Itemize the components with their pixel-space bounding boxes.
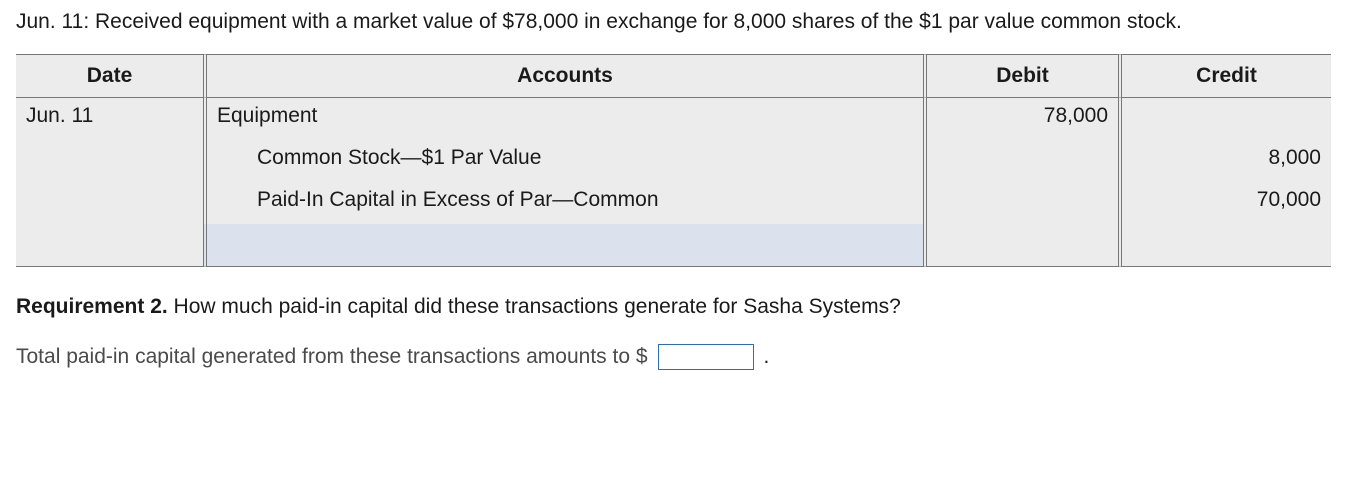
col-header-accounts: Accounts xyxy=(203,54,923,98)
cell-credit: 8,000 xyxy=(1118,140,1331,182)
cell-debit xyxy=(923,182,1118,224)
cell-date: Jun. 11 xyxy=(16,98,203,140)
cell-date xyxy=(16,182,203,224)
col-header-credit: Credit xyxy=(1118,54,1331,98)
cell-debit xyxy=(923,224,1118,267)
cell-date xyxy=(16,140,203,182)
answer-period: . xyxy=(764,345,770,369)
cell-credit xyxy=(1118,98,1331,140)
journal-entry-table: Date Accounts Debit Credit Jun. 11 Equip… xyxy=(16,54,1331,267)
col-header-debit: Debit xyxy=(923,54,1118,98)
cell-debit: 78,000 xyxy=(923,98,1118,140)
col-header-date: Date xyxy=(16,54,203,98)
table-row: Paid-In Capital in Excess of Par—Common … xyxy=(16,182,1331,224)
table-row: Common Stock—$1 Par Value 8,000 xyxy=(16,140,1331,182)
cell-account: Paid-In Capital in Excess of Par—Common xyxy=(203,182,923,224)
requirement-2-lead: Requirement 2. xyxy=(16,295,168,318)
cell-account: Equipment xyxy=(203,98,923,140)
requirement-2-text: How much paid-in capital did these trans… xyxy=(168,295,901,318)
cell-credit xyxy=(1118,224,1331,267)
answer-line: Total paid-in capital generated from the… xyxy=(16,344,1352,370)
answer-label: Total paid-in capital generated from the… xyxy=(16,345,648,369)
table-row xyxy=(16,224,1331,267)
table-header-row: Date Accounts Debit Credit xyxy=(16,54,1331,98)
transaction-description: Jun. 11: Received equipment with a marke… xyxy=(16,8,1352,36)
cell-account: Common Stock—$1 Par Value xyxy=(203,140,923,182)
table-row: Jun. 11 Equipment 78,000 xyxy=(16,98,1331,140)
cell-account xyxy=(203,224,923,267)
cell-date xyxy=(16,224,203,267)
cell-credit: 70,000 xyxy=(1118,182,1331,224)
paid-in-capital-input[interactable] xyxy=(658,344,754,370)
requirement-2: Requirement 2. How much paid-in capital … xyxy=(16,293,1352,321)
cell-debit xyxy=(923,140,1118,182)
